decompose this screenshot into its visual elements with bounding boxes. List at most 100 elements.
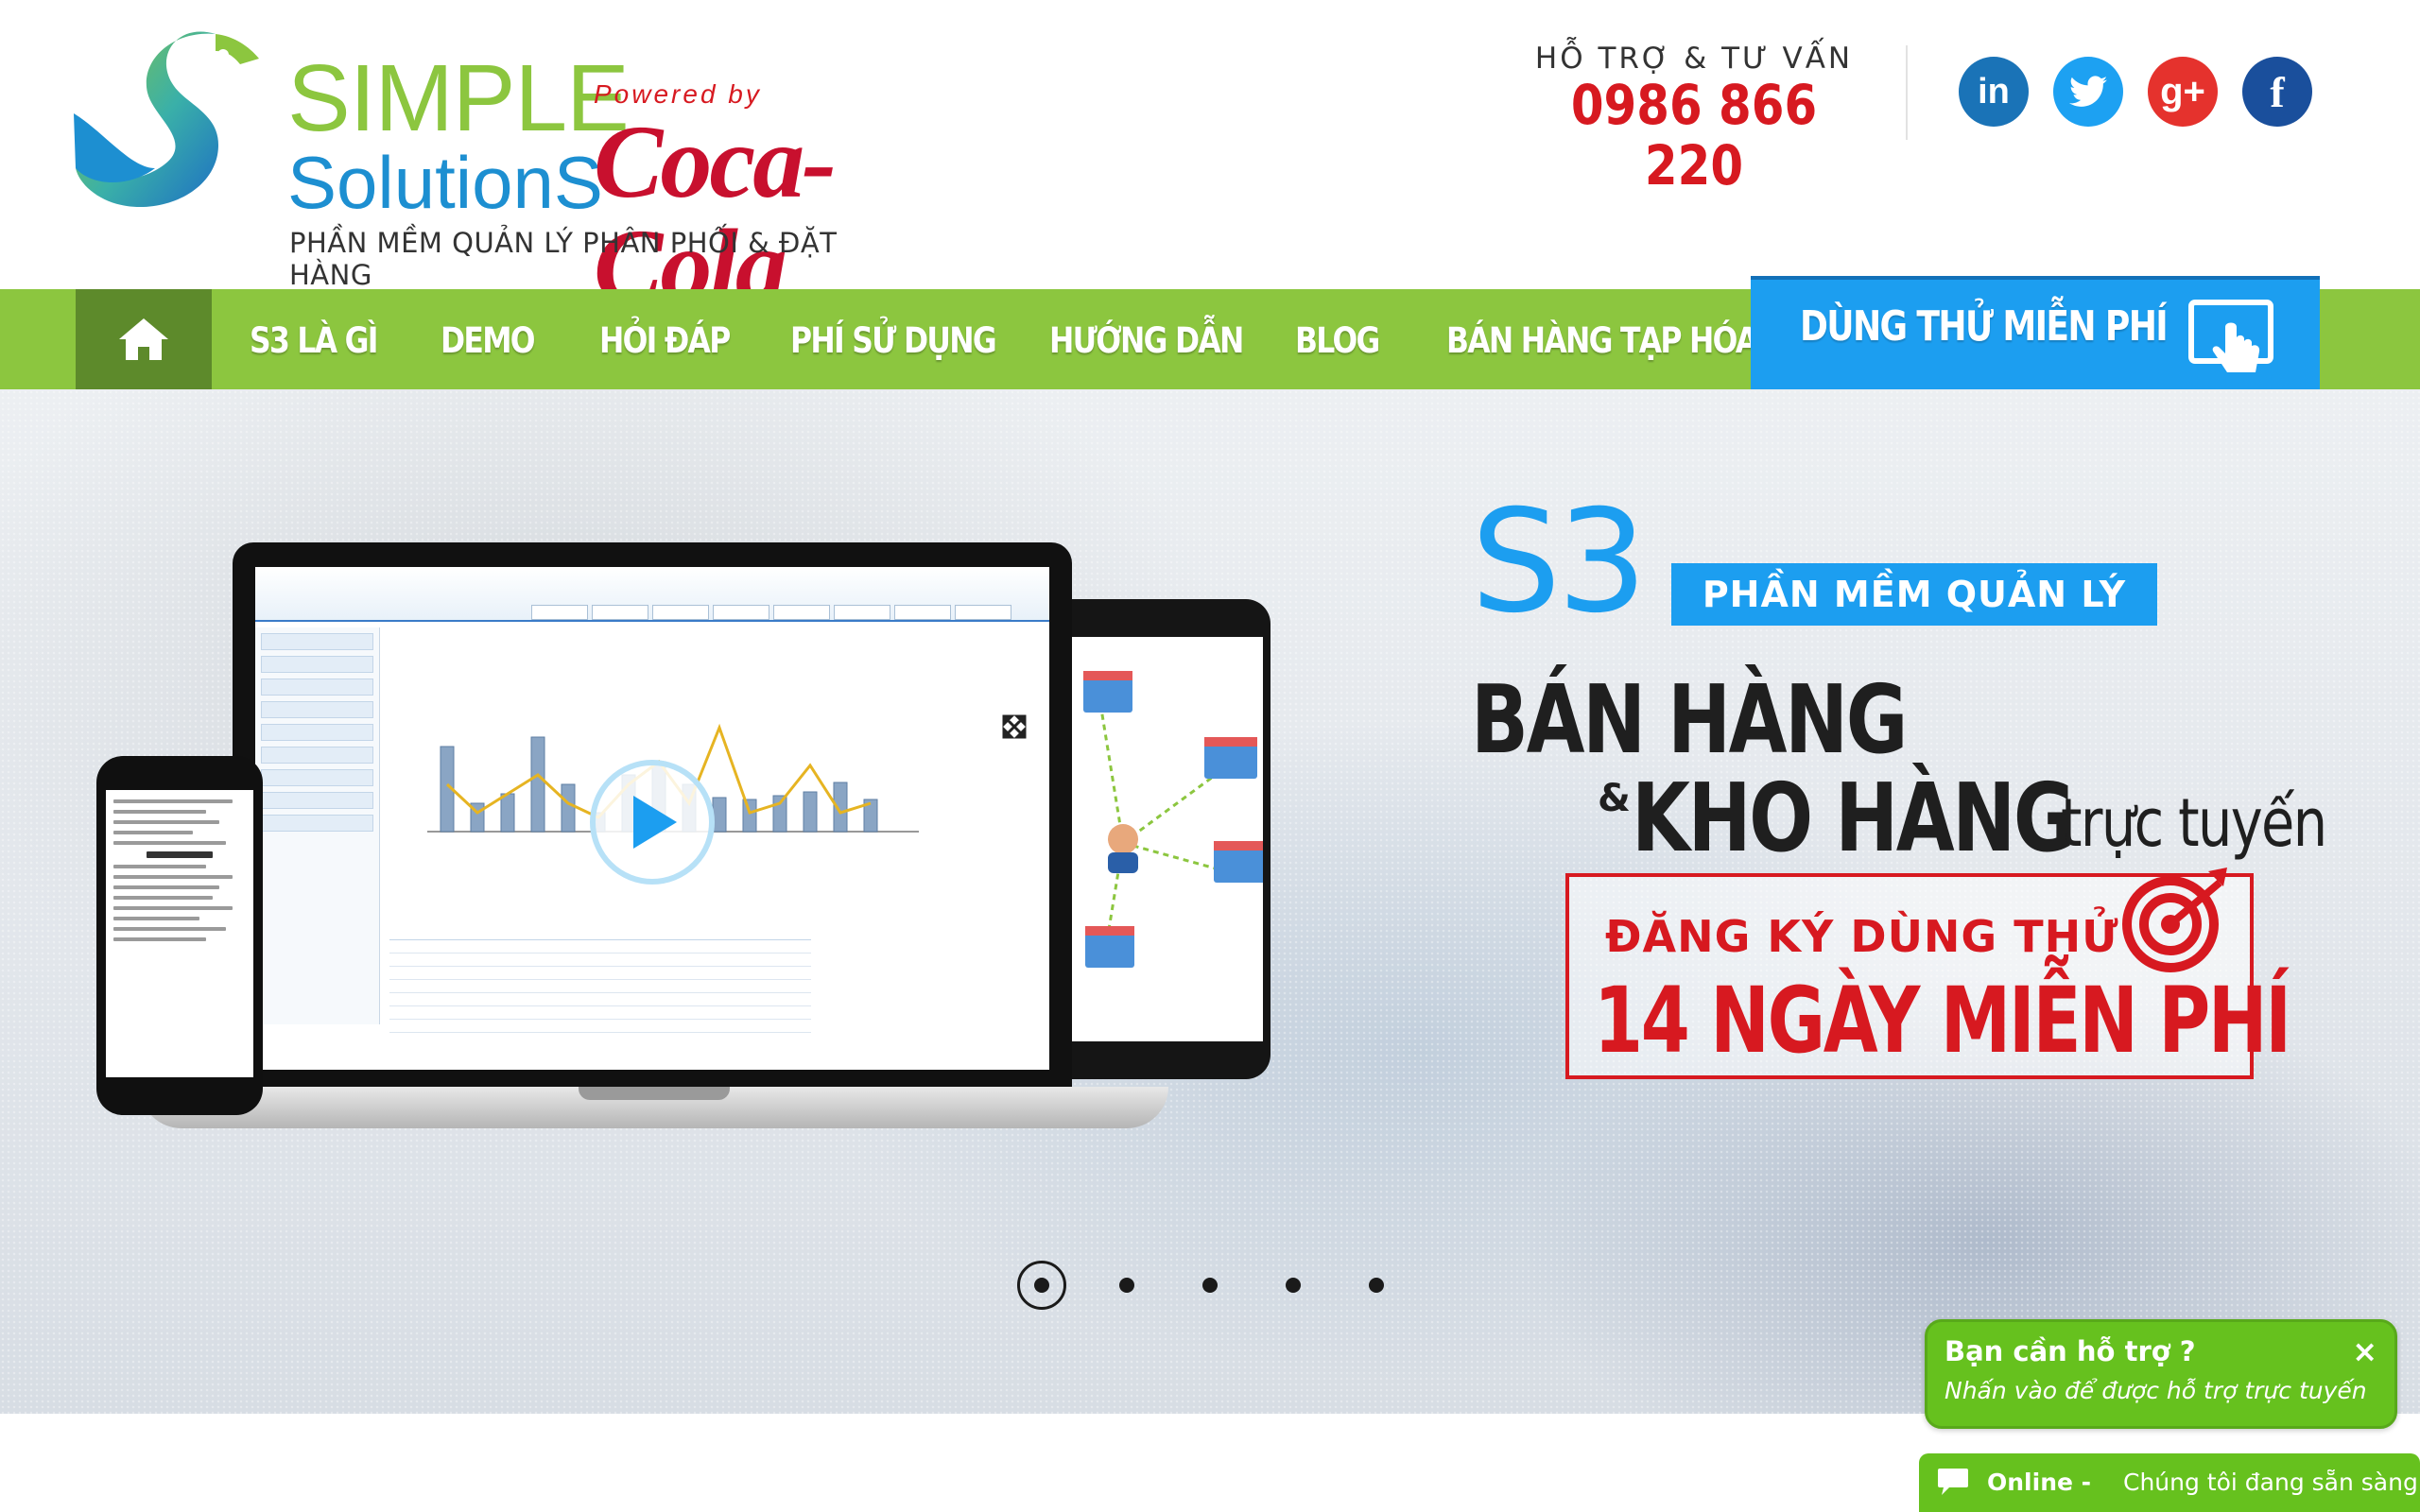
free-trial-button[interactable]: DÙNG THỬ MIỄN PHÍ [1751, 276, 2320, 389]
chat-popup-title: Bạn cần hỗ trợ ? [1945, 1335, 2196, 1367]
mock-tab [834, 605, 890, 620]
receipt-line [113, 875, 233, 879]
receipt-line [113, 906, 233, 910]
site-header: SIMPLE SolutionS Powered by Coca-Cola PH… [0, 0, 2420, 318]
hero-slider: S3 PHẦN MỀM QUẢN LÝ BÁN HÀNG & KHO HÀNG … [0, 389, 2420, 1414]
linkedin-glyph: in [1978, 71, 2010, 112]
nav-item-ban-hang-tap-hoa[interactable]: BÁN HÀNG TẠP HÓA [1446, 289, 1758, 389]
play-icon [633, 796, 677, 849]
fullscreen-icon[interactable] [1002, 714, 1027, 739]
simple-solutions-logo[interactable]: SIMPLE SolutionS Powered by Coca-Cola PH… [74, 26, 906, 318]
google-plus-glyph: g+ [2160, 70, 2205, 112]
mock-table-row [389, 993, 811, 1006]
mock-sidebar [255, 627, 380, 1024]
carousel-dot-4[interactable] [1286, 1278, 1301, 1293]
hero-product-name: S3 [1471, 480, 1648, 644]
mock-table-row [389, 1020, 811, 1033]
support-chat-popup[interactable]: Bạn cần hỗ trợ ? Nhấn vào để được hỗ trợ… [1925, 1319, 2397, 1429]
mock-report-table [389, 939, 811, 1043]
receipt-line [113, 841, 226, 845]
carousel-dot-3[interactable] [1202, 1278, 1218, 1293]
receipt-line [113, 885, 219, 889]
logo-tagline: PHẦN MỀM QUẢN LÝ PHÂN PHỐI & ĐẶT HÀNG [289, 227, 838, 291]
hero-badge: PHẦN MỀM QUẢN LÝ [1671, 563, 2157, 626]
receipt-line [113, 865, 206, 868]
receipt-line [113, 831, 193, 834]
mock-sidebar-item [261, 724, 373, 741]
mock-sidebar-item [261, 701, 373, 718]
mock-sidebar-item [261, 815, 373, 832]
receipt-title [147, 851, 213, 858]
mock-tab [773, 605, 830, 620]
mock-tab [531, 605, 588, 620]
tablet-screen [1072, 637, 1263, 1041]
receipt-line [113, 927, 226, 931]
mock-tab [652, 605, 709, 620]
receipt-line [113, 799, 233, 803]
nav-item-phi-su-dung[interactable]: PHÍ SỬ DỤNG [790, 289, 997, 389]
support-label: HỖ TRỢ & TƯ VẤN [1534, 42, 1854, 76]
facebook-glyph: f [2270, 67, 2285, 116]
chat-status-message: Chúng tôi đang sẵn sàng [2123, 1469, 2418, 1496]
hero-trial-register: ĐĂNG KÝ DÙNG THỬ [1605, 911, 2119, 962]
chat-bubble-icon [1938, 1469, 1968, 1495]
phone-mockup [96, 756, 263, 1115]
mock-sidebar-item [261, 792, 373, 809]
home-icon [119, 318, 168, 360]
close-icon[interactable]: × [2352, 1333, 2377, 1369]
nav-item-s3-la-gi[interactable]: S3 LÀ GÌ [250, 289, 378, 389]
mock-tab [955, 605, 1011, 620]
target-icon [2122, 868, 2227, 972]
receipt-line [113, 820, 219, 824]
main-nav: S3 LÀ GÌ DEMO HỎI ĐÁP PHÍ SỬ DỤNG HƯỚNG … [0, 276, 2420, 389]
twitter-icon[interactable] [2053, 57, 2123, 127]
nav-home-button[interactable] [76, 289, 212, 389]
mock-table-row [389, 967, 811, 980]
receipt-line [113, 810, 206, 814]
mock-tab [592, 605, 648, 620]
chat-online-status: Online - [1987, 1469, 2092, 1496]
mock-tab [713, 605, 769, 620]
mock-table-row [389, 1006, 811, 1020]
twitter-bird-glyph [2069, 76, 2107, 107]
header-divider [1906, 45, 1908, 140]
receipt-line [113, 896, 213, 900]
receipt-line [113, 917, 199, 920]
mock-table-row [389, 940, 811, 954]
hero-headline-line1: BÁN HÀNG [1471, 664, 1908, 775]
nav-item-demo[interactable]: DEMO [441, 289, 536, 389]
support-phone-number[interactable]: 0986 866 220 [1547, 75, 1841, 197]
hero-headline-line2: KHO HÀNG [1632, 763, 2075, 873]
google-plus-icon[interactable]: g+ [2148, 57, 2218, 127]
mock-sidebar-item [261, 679, 373, 696]
video-play-button[interactable] [590, 760, 715, 885]
nav-item-blog[interactable]: BLOG [1295, 289, 1380, 389]
support-contact: HỖ TRỢ & TƯ VẤN 0986 866 220 [1524, 42, 1864, 197]
logo-word-simple: SIMPLE [287, 45, 630, 151]
free-trial-label: DÙNG THỬ MIỄN PHÍ [1800, 302, 2169, 351]
touch-screen-icon [2188, 300, 2273, 372]
laptop-notch [579, 1087, 730, 1100]
chat-popup-subtitle: Nhấn vào để được hỗ trợ trực tuyến [1945, 1377, 2367, 1404]
linkedin-icon[interactable]: in [1959, 57, 2029, 127]
nav-item-hoi-dap[interactable]: HỎI ĐÁP [599, 289, 731, 389]
swan-logo-icon [74, 31, 259, 208]
mock-report-chart [427, 723, 919, 833]
phone-receipt-screen [106, 790, 253, 1077]
mock-tab [894, 605, 951, 620]
support-chat-bar[interactable]: Online - Chúng tôi đang sẵn sàng [1919, 1453, 2420, 1512]
mock-sidebar-item [261, 633, 373, 650]
hero-ampersand: & [1598, 777, 1631, 820]
mock-sidebar-item [261, 656, 373, 673]
facebook-icon[interactable]: f [2242, 57, 2312, 127]
hero-headline-online: trực tuyến [2061, 784, 2327, 862]
distribution-network-illustration [1083, 671, 1263, 968]
logo-word-solutions: SolutionS [287, 141, 603, 224]
nav-item-huong-dan[interactable]: HƯỚNG DẪN [1049, 289, 1244, 389]
carousel-dot-5[interactable] [1369, 1278, 1384, 1293]
carousel-dot-1[interactable] [1017, 1261, 1066, 1310]
carousel-dot-2[interactable] [1119, 1278, 1134, 1293]
hero-trial-box[interactable]: ĐĂNG KÝ DÙNG THỬ 14 NGÀY MIỄN PHÍ [1565, 868, 2291, 1079]
mock-sidebar-item [261, 769, 373, 786]
receipt-line [113, 937, 206, 941]
